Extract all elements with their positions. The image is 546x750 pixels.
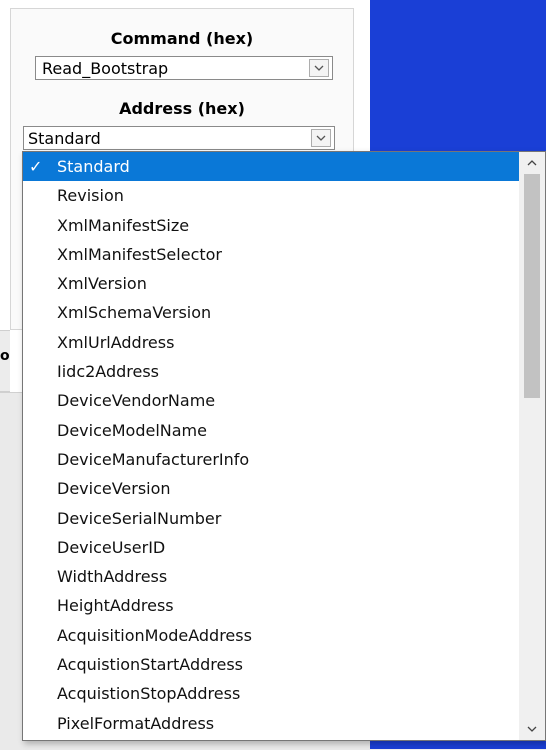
dropdown-option-label: XmlUrlAddress (57, 332, 175, 352)
dropdown-option-label: XmlManifestSelector (57, 244, 222, 264)
scroll-down-button[interactable] (519, 718, 545, 740)
dropdown-option[interactable]: XmlVersion (23, 269, 519, 298)
dropdown-option[interactable]: XmlUrlAddress (23, 328, 519, 357)
dropdown-option-label: Standard (57, 157, 130, 176)
dropdown-option-label: WidthAddress (57, 567, 168, 587)
dropdown-option-label: DeviceModelName (57, 420, 207, 440)
address-select-button[interactable] (311, 129, 331, 147)
dropdown-option-label: DeviceSerialNumber (57, 508, 222, 528)
dropdown-option-label: DeviceVersion (57, 479, 171, 499)
left-tab-label: o (0, 348, 10, 364)
command-select-value: Read_Bootstrap (42, 59, 169, 78)
chevron-up-icon (527, 160, 537, 166)
dropdown-option[interactable]: XmlManifestSize (23, 211, 519, 240)
address-dropdown-list[interactable]: ✓ Standard Revision XmlManifestSize XmlManif… (22, 151, 546, 741)
address-select-value: Standard (28, 129, 101, 148)
dropdown-option[interactable]: PixelFormatAddress (23, 709, 519, 738)
dropdown-option-label: XmlVersion (57, 274, 147, 294)
dropdown-option[interactable]: AcquistionStopAddress (23, 679, 519, 708)
dropdown-option-label: AcquistionStopAddress (57, 684, 241, 704)
chevron-down-icon (316, 135, 326, 141)
dropdown-option-label: DeviceManufacturerInfo (57, 449, 250, 469)
dropdown-option-label: XmlManifestSize (57, 215, 190, 235)
dropdown-option-label: AcquistionStartAddress (57, 655, 243, 675)
command-select-button[interactable] (309, 59, 329, 77)
scroll-up-button[interactable] (519, 152, 545, 174)
dropdown-option-label: Revision (57, 186, 124, 206)
dropdown-option[interactable]: DeviceVendorName (23, 386, 519, 415)
dropdown-option-label: DeviceVendorName (57, 391, 216, 411)
address-select[interactable]: Standard (23, 126, 335, 150)
dropdown-option-label: AcquisitionModeAddress (57, 625, 252, 645)
dropdown-scrollbar[interactable] (519, 152, 545, 740)
checkmark-icon: ✓ (29, 157, 43, 176)
command-label: Command (hex) (110, 29, 254, 48)
dropdown-option-label: Iidc2Address (57, 362, 160, 382)
dropdown-option[interactable]: DeviceUserID (23, 533, 519, 562)
dropdown-option-label: PixelFormatAddress (57, 713, 215, 733)
command-select[interactable]: Read_Bootstrap (35, 56, 333, 80)
chevron-down-icon (527, 726, 537, 732)
dropdown-option-selected[interactable]: ✓ Standard (23, 152, 519, 182)
dropdown-option[interactable]: WidthAddress (23, 562, 519, 591)
dropdown-options: ✓ Standard Revision XmlManifestSize XmlManif… (23, 152, 519, 738)
dropdown-option[interactable]: AcquisitionModeAddress (23, 621, 519, 650)
dropdown-option-label: DeviceUserID (57, 537, 166, 557)
dropdown-option[interactable]: AcquistionStartAddress (23, 650, 519, 679)
address-label: Address (hex) (119, 99, 245, 118)
scrollbar-thumb[interactable] (524, 174, 540, 398)
dropdown-option[interactable]: Iidc2Address (23, 357, 519, 386)
dropdown-option[interactable]: XmlManifestSelector (23, 240, 519, 269)
dropdown-option-label: HeightAddress (57, 596, 174, 616)
dropdown-option[interactable]: HeightAddress (23, 591, 519, 620)
dropdown-option[interactable]: XmlSchemaVersion (23, 298, 519, 327)
dropdown-option[interactable]: DeviceModelName (23, 416, 519, 445)
dropdown-option[interactable]: DeviceManufacturerInfo (23, 445, 519, 474)
dropdown-option-label: XmlSchemaVersion (57, 303, 212, 323)
dropdown-option[interactable]: DeviceSerialNumber (23, 504, 519, 533)
chevron-down-icon (314, 65, 324, 71)
dropdown-option[interactable]: Revision (23, 181, 519, 210)
dropdown-option[interactable]: DeviceVersion (23, 474, 519, 503)
